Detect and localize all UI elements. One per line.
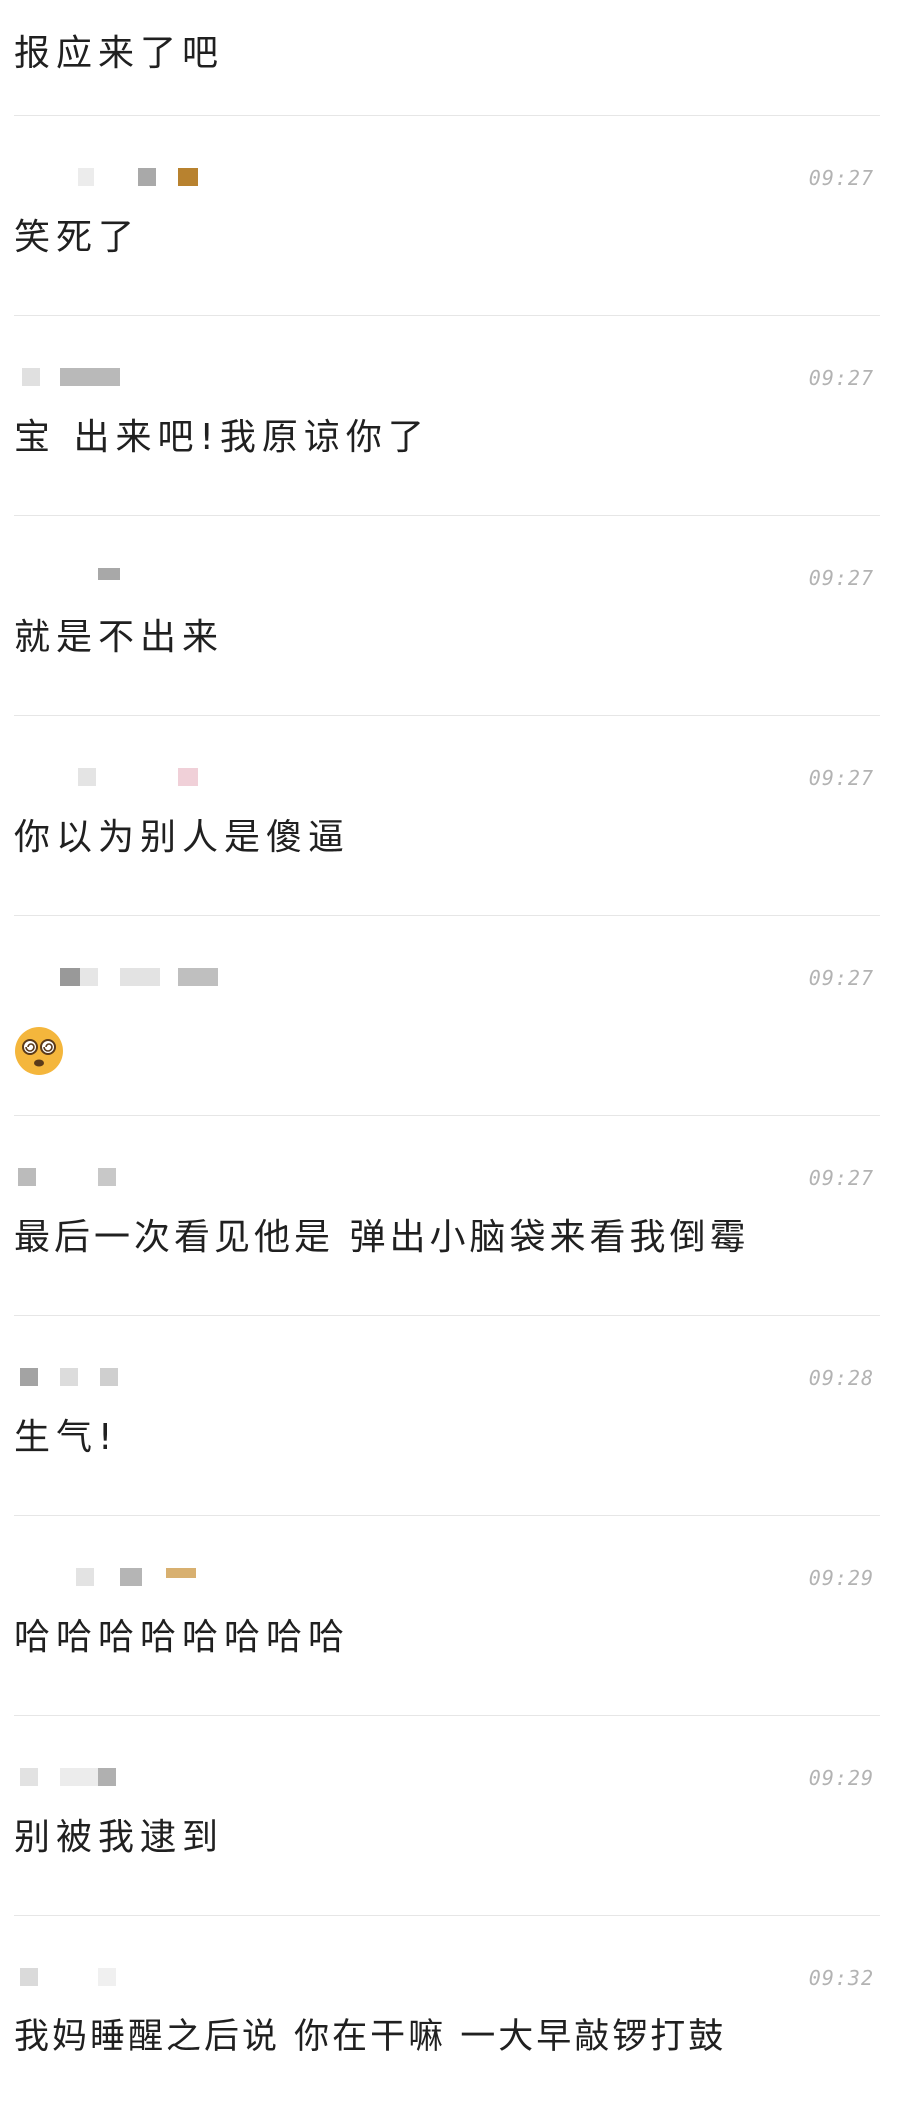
comment-item[interactable]: 09:27 你以为别人是傻逼	[0, 716, 880, 916]
comment-item[interactable]: 09:32 我妈睡醒之后说 你在干嘛 一大早敲锣打鼓	[0, 1916, 880, 2108]
comment-text: 报应来了吧	[14, 33, 225, 74]
comment-timestamp: 09:28	[808, 1366, 874, 1390]
comment-item[interactable]: 09:29 别被我逮到	[0, 1716, 880, 1916]
comment-item[interactable]: 09:27	[0, 916, 880, 1116]
username-redacted	[16, 1968, 236, 1994]
comment-timestamp: 09:27	[808, 766, 874, 790]
username-redacted	[16, 568, 236, 594]
comment-text: 笑死了	[14, 217, 141, 258]
dizzy-face-icon	[14, 1026, 64, 1080]
comment-item[interactable]: 报应来了吧	[0, 0, 880, 116]
comment-timestamp: 09:27	[808, 566, 874, 590]
comment-timestamp: 09:27	[808, 1166, 874, 1190]
username-redacted	[16, 1368, 236, 1394]
comment-timestamp: 09:27	[808, 366, 874, 390]
comment-timestamp: 09:29	[808, 1566, 874, 1590]
username-redacted	[16, 368, 236, 394]
comment-text: 我妈睡醒之后说 你在干嘛 一大早敲锣打鼓	[14, 2017, 727, 2057]
comment-item[interactable]: 09:27 宝 出来吧!我原谅你了	[0, 316, 880, 516]
comment-text: 你以为别人是傻逼	[14, 817, 351, 858]
comment-timestamp: 09:27	[808, 966, 874, 990]
username-redacted	[16, 968, 236, 994]
comment-item[interactable]: 09:29 哈哈哈哈哈哈哈哈	[0, 1516, 880, 1716]
comment-item[interactable]: 09:27 最后一次看见他是 弹出小脑袋来看我倒霉	[0, 1116, 880, 1316]
comment-text: 生气!	[14, 1417, 119, 1458]
comment-text: 别被我逮到	[14, 1817, 225, 1858]
comment-text: 宝 出来吧!我原谅你了	[14, 417, 430, 458]
username-redacted	[16, 168, 236, 194]
comment-text: 哈哈哈哈哈哈哈哈	[14, 1617, 351, 1658]
comment-item[interactable]: 09:27 笑死了	[0, 116, 880, 316]
comment-timestamp: 09:27	[808, 166, 874, 190]
comment-timestamp: 09:29	[808, 1766, 874, 1790]
comment-text: 最后一次看见他是 弹出小脑袋来看我倒霉	[14, 1217, 750, 1258]
username-redacted	[16, 768, 236, 794]
comment-item[interactable]: 09:28 生气!	[0, 1316, 880, 1516]
comment-item[interactable]: 09:27 就是不出来	[0, 516, 880, 716]
comment-feed: 报应来了吧 09:27 笑死了 09:27 宝 出来吧!我原谅你了 09:27 …	[0, 0, 922, 2108]
username-redacted	[16, 1568, 236, 1594]
comment-timestamp: 09:32	[808, 1966, 874, 1990]
username-redacted	[16, 1768, 236, 1794]
comment-text: 就是不出来	[14, 617, 225, 658]
username-redacted	[16, 1168, 236, 1194]
